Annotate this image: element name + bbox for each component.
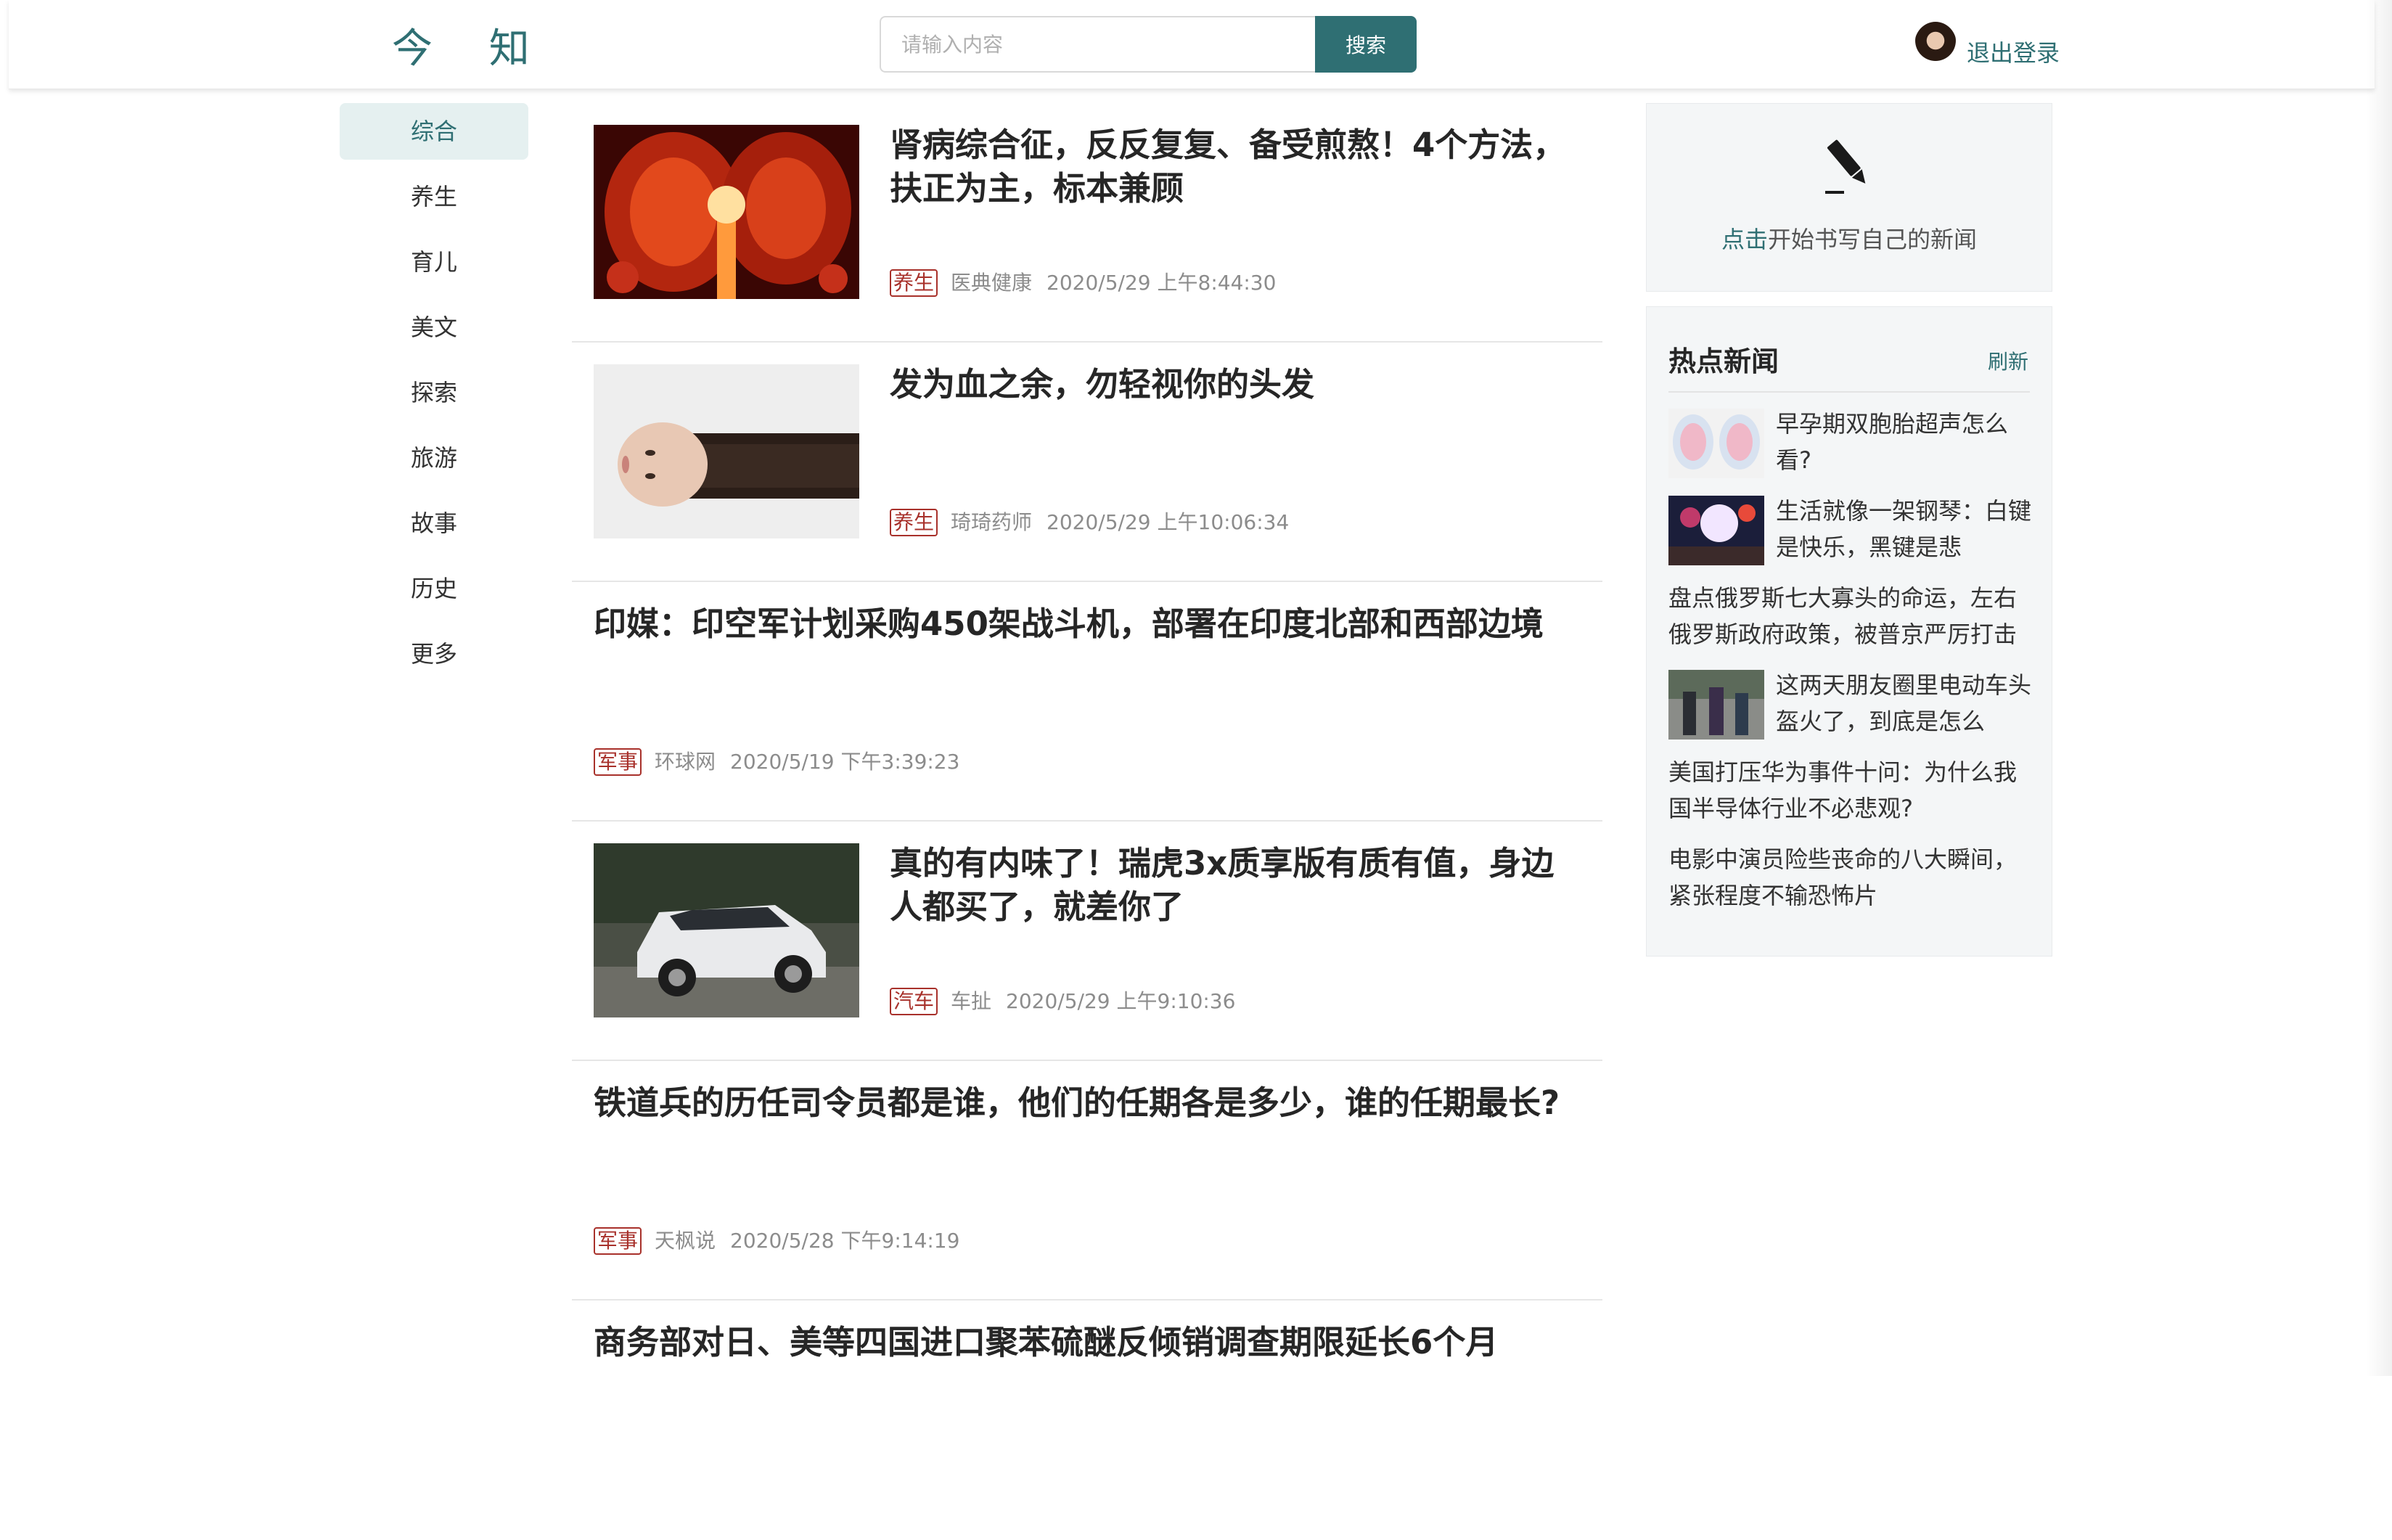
news-article[interactable]: 肾病综合征，反反复复、备受煎熬！4个方法，扶正为主，标本兼顾 养生 医典健康 202… <box>572 103 1602 343</box>
hot-news-item[interactable]: 盘点俄罗斯七大寡头的命运，左右俄罗斯政府政策，被普京严厉打击 <box>1668 580 2031 652</box>
news-article[interactable]: 印媒：印空军计划采购450架战斗机，部署在印度北部和西部边境 军事 环球网 2020… <box>572 582 1602 822</box>
article-source: 天枫说 <box>655 1229 716 1253</box>
news-feed: 肾病综合征，反反复复、备受煎熬！4个方法，扶正为主，标本兼顾 养生 医典健康 202… <box>572 103 1602 1540</box>
hot-news-item[interactable]: 电影中演员险些丧命的八大瞬间，紧张程度不输恐怖片 <box>1668 841 2031 914</box>
article-source: 环球网 <box>655 750 716 774</box>
category-tag[interactable]: 汽车 <box>890 988 938 1015</box>
article-thumbnail[interactable] <box>594 364 859 538</box>
hot-news-text: 生活就像一架钢琴：白键是快乐，黑键是悲 <box>1776 497 2032 561</box>
search-input[interactable] <box>880 16 1315 73</box>
category-tag[interactable]: 养生 <box>890 509 938 536</box>
write-news-text: 点击开始书写自己的新闻 <box>1647 221 2052 255</box>
article-title[interactable]: 真的有内味了！瑞虎3x质享版有质有值，身边人都买了，就差你了 <box>890 842 1572 929</box>
hot-news-text: 这两天朋友圈里电动车头盔火了，到底是怎么 <box>1776 671 2032 735</box>
news-article[interactable]: 铁道兵的历任司令员都是谁，他们的任期各是多少，谁的任期最长? 军事 天枫说 2020… <box>572 1061 1602 1301</box>
article-time: 2020/5/29 上午8:44:30 <box>1046 271 1277 295</box>
nav-item-comprehensive[interactable]: 综合 <box>340 103 528 160</box>
news-article[interactable]: 发为血之余，勿轻视你的头发 养生 琦琦药师 2020/5/29 上午10:06:34 <box>572 343 1602 582</box>
article-meta: 养生 琦琦药师 2020/5/29 上午10:06:34 <box>890 507 1289 536</box>
article-thumbnail[interactable] <box>594 125 859 299</box>
logout-link[interactable]: 退出登录 <box>1967 35 2060 68</box>
divider <box>1668 391 2030 393</box>
write-click-link[interactable]: 点击 <box>1721 226 1768 253</box>
nav-item-parenting[interactable]: 育儿 <box>340 234 528 290</box>
hot-news-thumbnail[interactable] <box>1668 409 1764 478</box>
category-tag[interactable]: 军事 <box>594 748 642 776</box>
article-source: 琦琦药师 <box>951 510 1033 534</box>
write-label: 开始书写自己的新闻 <box>1768 226 1978 253</box>
hot-news-item[interactable]: 这两天朋友圈里电动车头盔火了，到底是怎么 <box>1668 667 2031 740</box>
page-edge-shadow <box>2366 0 2392 1376</box>
article-thumbnail[interactable] <box>594 843 859 1017</box>
hot-news-panel: 热点新闻 刷新 早孕期双胞胎超声怎么看? 生活就像一架钢琴：白键是快乐，黑键是悲… <box>1646 306 2052 957</box>
article-source: 车扯 <box>951 989 992 1013</box>
nav-item-more[interactable]: 更多 <box>340 626 528 682</box>
article-meta: 汽车 车扯 2020/5/29 上午9:10:36 <box>890 986 1235 1015</box>
news-article[interactable]: 真的有内味了！瑞虎3x质享版有质有值，身边人都买了，就差你了 汽车 车扯 2020/… <box>572 822 1602 1061</box>
article-time: 2020/5/19 下午3:39:23 <box>730 750 960 774</box>
hot-news-title: 热点新闻 <box>1668 345 1779 377</box>
hot-news-item[interactable]: 早孕期双胞胎超声怎么看? <box>1668 406 2031 478</box>
article-time: 2020/5/29 上午10:06:34 <box>1046 510 1290 534</box>
article-title[interactable]: 铁道兵的历任司令员都是谁，他们的任期各是多少，谁的任期最长? <box>594 1081 1581 1125</box>
avatar[interactable] <box>1914 22 1957 67</box>
hot-news-item[interactable]: 美国打压华为事件十问：为什么我国半导体行业不必悲观? <box>1668 754 2031 827</box>
hot-news-thumbnail[interactable] <box>1668 670 1764 740</box>
article-title[interactable]: 肾病综合征，反反复复、备受煎熬！4个方法，扶正为主，标本兼顾 <box>890 123 1572 210</box>
site-logo[interactable]: 今 知 <box>392 16 552 75</box>
pen-icon[interactable] <box>1819 136 1880 197</box>
article-title[interactable]: 商务部对日、美等四国进口聚苯硫醚反倾销调查期限延长6个月 <box>594 1321 1581 1364</box>
nav-item-essays[interactable]: 美文 <box>340 299 528 356</box>
nav-item-travel[interactable]: 旅游 <box>340 430 528 486</box>
top-header: 今 知 搜索 退出登录 <box>9 0 2375 89</box>
nav-item-explore[interactable]: 探索 <box>340 364 528 421</box>
nav-item-stories[interactable]: 故事 <box>340 495 528 552</box>
article-meta: 养生 医典健康 2020/5/29 上午8:44:30 <box>890 267 1276 297</box>
hot-news-text: 美国打压华为事件十问：为什么我国半导体行业不必悲观? <box>1668 758 2018 822</box>
article-time: 2020/5/28 下午9:14:19 <box>730 1229 960 1253</box>
category-tag[interactable]: 养生 <box>890 269 938 297</box>
article-title[interactable]: 印媒：印空军计划采购450架战斗机，部署在印度北部和西部边境 <box>594 602 1581 646</box>
nav-item-history[interactable]: 历史 <box>340 560 528 617</box>
hot-news-text: 早孕期双胞胎超声怎么看? <box>1776 410 2009 474</box>
article-source: 医典健康 <box>951 271 1033 295</box>
hot-news-list: 早孕期双胞胎超声怎么看? 生活就像一架钢琴：白键是快乐，黑键是悲 盘点俄罗斯七大… <box>1668 406 2031 928</box>
category-tag[interactable]: 军事 <box>594 1227 642 1255</box>
refresh-button[interactable]: 刷新 <box>1988 346 2028 375</box>
news-article[interactable]: 商务部对日、美等四国进口聚苯硫醚反倾销调查期限延长6个月 <box>572 1301 1602 1540</box>
article-title[interactable]: 发为血之余，勿轻视你的头发 <box>890 363 1572 406</box>
nav-item-health[interactable]: 养生 <box>340 168 528 225</box>
hot-news-thumbnail[interactable] <box>1668 496 1764 565</box>
article-time: 2020/5/29 上午9:10:36 <box>1006 989 1236 1013</box>
category-nav: 综合 养生 育儿 美文 探索 旅游 故事 历史 更多 <box>340 103 528 691</box>
search-button[interactable]: 搜索 <box>1315 16 1417 73</box>
write-news-card[interactable]: 点击开始书写自己的新闻 <box>1646 103 2052 292</box>
hot-news-text: 电影中演员险些丧命的八大瞬间，紧张程度不输恐怖片 <box>1668 845 2018 909</box>
hot-news-text: 盘点俄罗斯七大寡头的命运，左右俄罗斯政府政策，被普京严厉打击 <box>1668 584 2018 648</box>
article-meta: 军事 天枫说 2020/5/28 下午9:14:19 <box>594 1225 959 1255</box>
article-meta: 军事 环球网 2020/5/19 下午3:39:23 <box>594 746 959 776</box>
hot-news-item[interactable]: 生活就像一架钢琴：白键是快乐，黑键是悲 <box>1668 493 2031 565</box>
